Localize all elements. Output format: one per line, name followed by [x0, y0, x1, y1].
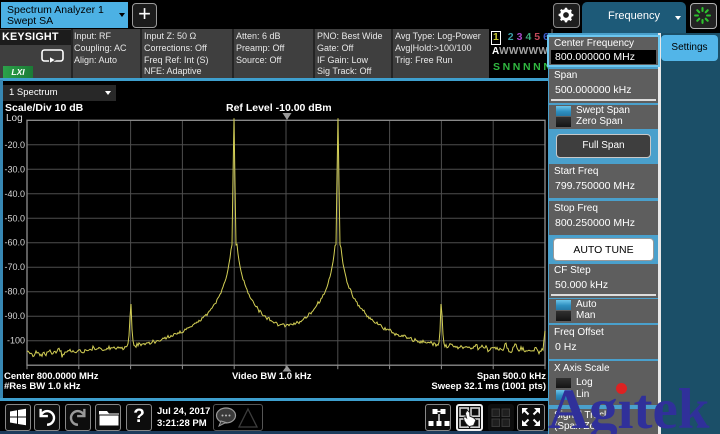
- svg-text:-20.0: -20.0: [4, 140, 25, 150]
- svg-text:-90.0: -90.0: [4, 311, 25, 321]
- svg-text:-30.0: -30.0: [4, 164, 25, 174]
- svg-text:-80.0: -80.0: [4, 287, 25, 297]
- svg-text:-60.0: -60.0: [4, 238, 25, 248]
- svg-text:-40.0: -40.0: [4, 189, 25, 199]
- svg-text:-70.0: -70.0: [4, 262, 25, 272]
- svg-text:-50.0: -50.0: [4, 213, 25, 223]
- svg-text:-100: -100: [7, 336, 25, 346]
